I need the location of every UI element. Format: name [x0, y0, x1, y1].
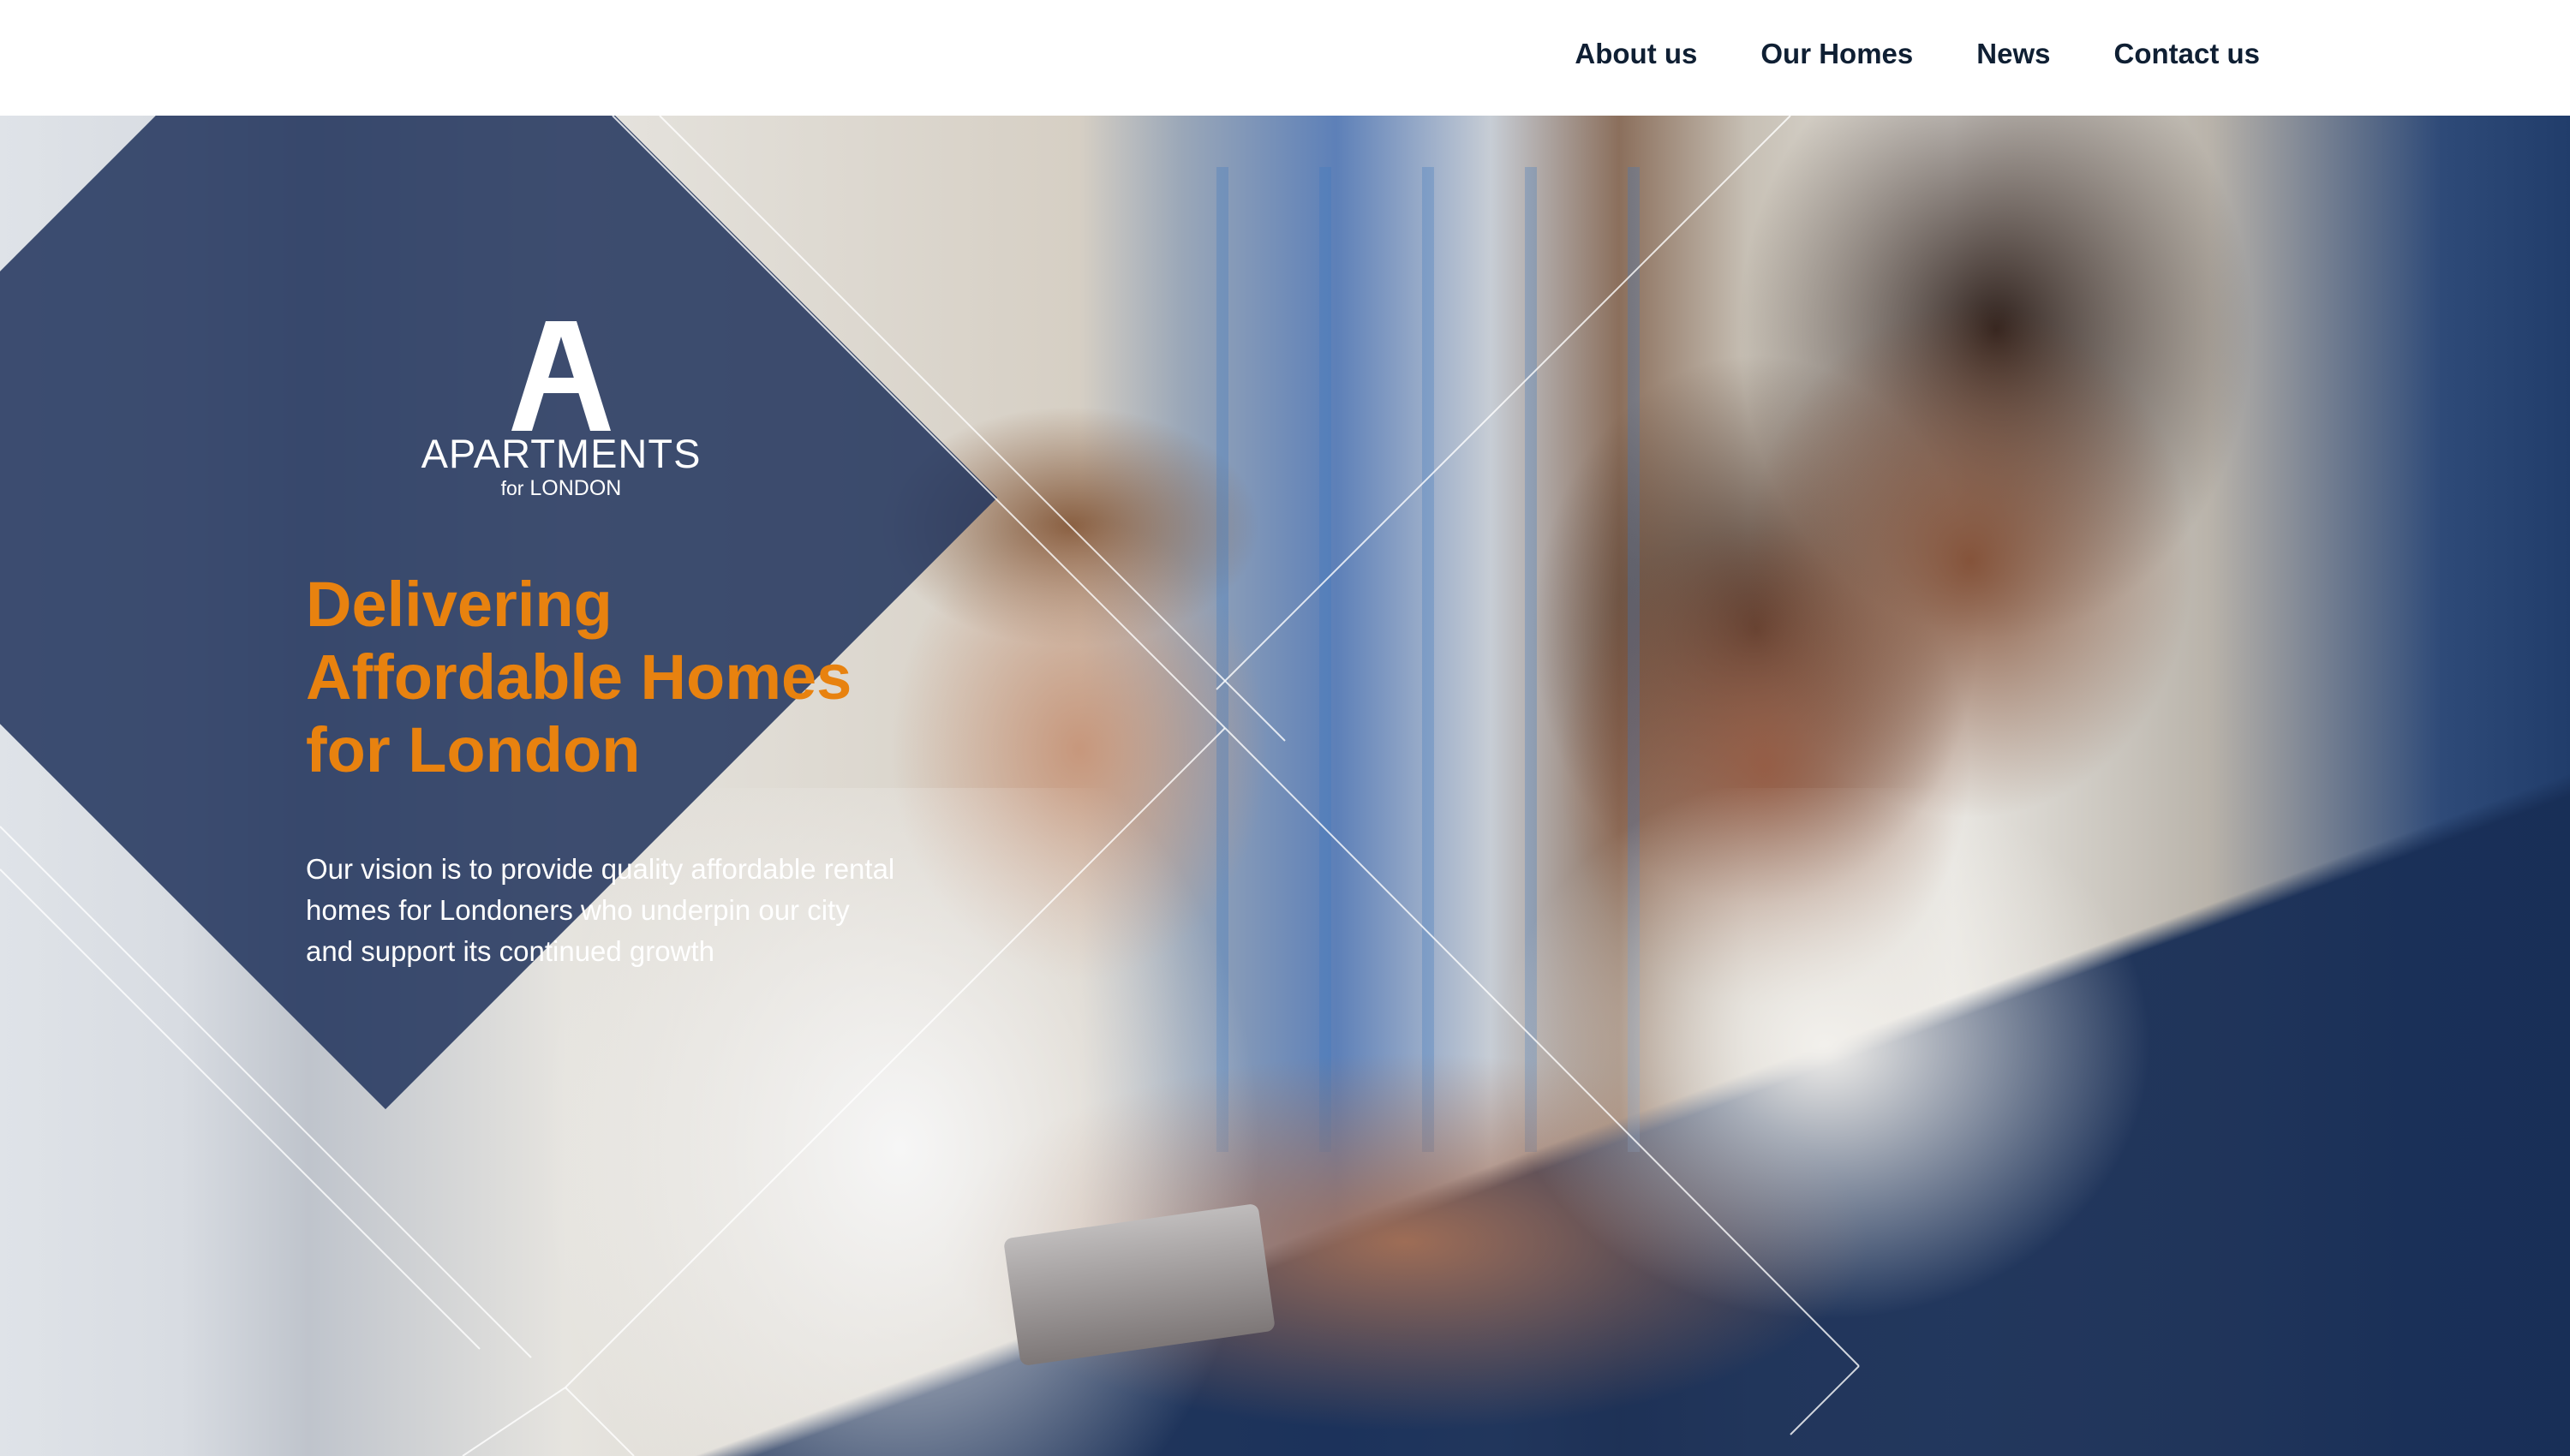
nav-link-our-homes[interactable]: Our Homes — [1760, 33, 1913, 75]
brand-logo[interactable]: APARTMENTS for LONDON — [403, 321, 720, 527]
nav-item-news: News — [1976, 33, 2050, 75]
nav-link-about-us[interactable]: About us — [1575, 33, 1697, 75]
nav-item-contact: Contact us — [2113, 33, 2260, 75]
headline-line-3: for London — [306, 714, 641, 785]
hero-intro-text: Our vision is to provide quality afforda… — [306, 849, 974, 972]
logo-tagline-london: LONDON — [529, 476, 622, 500]
hero-headline: Delivering Affordable Homes for London — [306, 568, 991, 786]
logo-wordmark: APARTMENTS — [421, 431, 702, 476]
intro-line-1: Our vision is to provide quality afforda… — [306, 853, 895, 885]
headline-line-1: Delivering — [306, 569, 613, 640]
nav-item-homes: Our Homes — [1760, 33, 1913, 75]
nav-link-news[interactable]: News — [1976, 33, 2050, 75]
main-nav: About us Our Homes News Contact us — [1575, 33, 2260, 75]
logo-mark-icon — [511, 321, 611, 431]
headline-line-2: Affordable Homes — [306, 641, 852, 713]
page: About us Our Homes News Contact us APART… — [0, 0, 2570, 1456]
logo-tagline-for: for — [500, 477, 524, 499]
top-bar: About us Our Homes News Contact us — [0, 0, 2570, 116]
hero-banner: APARTMENTS for LONDON Delivering Afforda… — [0, 116, 2570, 1456]
intro-line-3: and support its continued growth — [306, 935, 714, 967]
intro-line-2: homes for Londoners who underpin our cit… — [306, 894, 850, 926]
nav-link-contact-us[interactable]: Contact us — [2113, 33, 2260, 75]
nav-item-about: About us — [1575, 33, 1697, 75]
logo-tagline: for LONDON — [403, 475, 720, 501]
